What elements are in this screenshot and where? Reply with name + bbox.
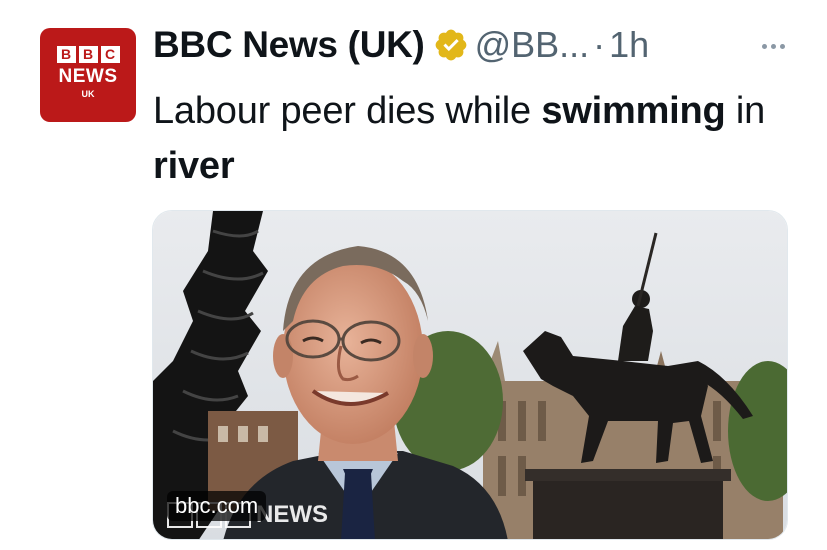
- verified-badge-icon: [435, 29, 466, 61]
- link-card[interactable]: NEWS bbc.com: [152, 210, 788, 540]
- avatar-news-text: NEWS: [58, 65, 118, 87]
- card-domain-label: bbc.com: [167, 491, 267, 521]
- tweet-text-bold-segment: swimming: [541, 90, 726, 132]
- display-name[interactable]: BBC News (UK): [153, 24, 425, 66]
- watermark-news-text: NEWS: [256, 501, 328, 528]
- tweet-text: Labour peer dies while swimming in river: [153, 84, 803, 194]
- bbc-logo-blocks: B B C: [56, 45, 120, 63]
- bbc-block: C: [100, 45, 120, 63]
- avatar[interactable]: B B C NEWS UK: [40, 28, 136, 122]
- bbc-block: B: [78, 45, 98, 63]
- tweet-text-segment: Labour peer dies while: [153, 90, 542, 132]
- bbc-block: B: [56, 45, 76, 63]
- tweet-header: BBC News (UK) @BB... · 1h: [153, 20, 793, 70]
- tweet-text-segment: in: [725, 90, 766, 132]
- avatar-uk-text: UK: [81, 88, 95, 99]
- tweet-text-bold-segment: river: [153, 145, 235, 187]
- more-options-icon[interactable]: [753, 32, 793, 60]
- separator-dot: ·: [593, 24, 606, 65]
- handle[interactable]: @BB...: [475, 24, 590, 66]
- timestamp[interactable]: 1h: [609, 24, 649, 66]
